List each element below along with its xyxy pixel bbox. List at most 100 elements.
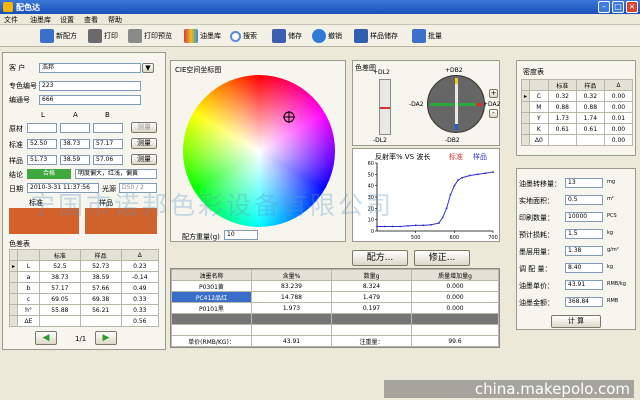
data-point: [414, 224, 417, 227]
table-row[interactable]: a 38.73 38.59 -0.14: [9, 271, 160, 283]
measure-raw-button[interactable]: 测量: [131, 122, 157, 133]
customer-label: 客 户: [9, 64, 26, 72]
table-row[interactable]: P0301黄 83.239 8.324 0.000: [171, 280, 499, 292]
undo-button[interactable]: 撤销: [312, 28, 342, 44]
recipe-weight-input[interactable]: 10: [224, 230, 258, 240]
table-row[interactable]: b 57.17 57.66 0.49: [9, 282, 160, 294]
table-row[interactable]: ▸ L 52.5 52.73 0.23: [9, 260, 160, 272]
da-plus-marker: [476, 103, 482, 106]
new-recipe-button[interactable]: 新配方: [40, 28, 77, 44]
dadb-circle[interactable]: [427, 75, 485, 133]
data-point: [461, 176, 463, 179]
data-point: [492, 171, 494, 173]
print-preview-icon: [128, 29, 142, 43]
table-row[interactable]: [171, 313, 499, 325]
table-row: 标准 样品 Δ: [521, 79, 634, 91]
special-color-input[interactable]: 223: [39, 81, 141, 91]
raw-b-input[interactable]: [93, 123, 123, 133]
search-button[interactable]: 搜索: [230, 28, 257, 44]
standard-l-input[interactable]: 52.50: [27, 139, 57, 149]
table-row[interactable]: Δ0 0.00: [521, 134, 634, 146]
ink-no-label: 编通号: [9, 96, 30, 104]
data-point: [383, 225, 386, 228]
measure-sample-button[interactable]: 测量: [131, 154, 157, 165]
sample-label: 样品: [9, 157, 23, 165]
calc-input[interactable]: 10000: [565, 212, 603, 222]
calc-input[interactable]: 13: [565, 178, 603, 188]
table-row[interactable]: M 0.88 0.88 0.00: [521, 101, 634, 113]
menu-settings[interactable]: 设置: [60, 15, 74, 25]
table-row[interactable]: ▸ C 0.32 0.32 0.00: [521, 90, 634, 102]
density-panel: 密度表 标准 样品 Δ ▸ C 0.32 0.32 0.00 M 0.88 0.88 0.00…: [516, 60, 636, 156]
menu-help[interactable]: 帮助: [108, 15, 122, 25]
menu-view[interactable]: 查看: [84, 15, 98, 25]
customer-input[interactable]: 浩邦: [39, 63, 141, 73]
batch-button[interactable]: 批量: [412, 28, 442, 44]
calc-unit: kg: [607, 230, 614, 236]
site-watermark: china.makepolo.com: [384, 380, 634, 398]
ink-library-button[interactable]: 油墨库: [184, 28, 221, 44]
menu-file[interactable]: 文件: [4, 15, 18, 25]
customer-dropdown-button[interactable]: ▼: [142, 63, 154, 73]
calc-unit: RMB: [607, 298, 619, 304]
calc-unit: PCS: [607, 213, 617, 219]
recipe-table-panel: 油墨名称 含量% 数量g 质量增加量g P0301黄 83.239 8.324 0.0…: [170, 268, 500, 348]
density-table-title: 密度表: [523, 68, 544, 76]
batch-icon: [412, 29, 426, 43]
data-point: [457, 179, 460, 181]
table-row[interactable]: PC412品红 14.788 1.479 0.000: [171, 291, 499, 303]
calc-label: 油墨转移量：: [519, 180, 561, 188]
measure-standard-button[interactable]: 测量: [131, 138, 157, 149]
calc-input[interactable]: 0.5: [565, 195, 603, 205]
save-icon: [272, 29, 286, 43]
zoom-out-button[interactable]: -: [489, 109, 498, 118]
close-button[interactable]: ×: [626, 1, 638, 13]
data-point: [445, 207, 448, 210]
zoom-in-button[interactable]: +: [489, 89, 498, 98]
sample-l-input[interactable]: 51.73: [27, 155, 57, 165]
raw-l-input[interactable]: [27, 123, 57, 133]
raw-a-input[interactable]: [60, 123, 90, 133]
minimize-button[interactable]: –: [598, 1, 610, 13]
table-row[interactable]: h° 55.88 56.21 0.33: [9, 304, 160, 316]
prev-page-button[interactable]: ◀: [35, 331, 57, 345]
table-row[interactable]: P0101黑 1.973 0.197 0.000: [171, 302, 499, 314]
sample-a-input[interactable]: 38.59: [60, 155, 90, 165]
correct-button[interactable]: 修正...: [414, 250, 470, 266]
calc-label: 预计损耗：: [519, 231, 554, 239]
special-color-label: 专色编号: [9, 82, 37, 90]
calculate-button[interactable]: 计 算: [551, 315, 601, 328]
da-minus-label: -DA2: [409, 101, 424, 108]
recipe-button[interactable]: 配方...: [352, 250, 408, 266]
sample-b-input[interactable]: 57.06: [93, 155, 123, 165]
calc-input[interactable]: 1.5: [565, 229, 603, 239]
ink-no-input[interactable]: 666: [39, 95, 141, 105]
color-diff-table-title: 色差表: [9, 240, 30, 248]
y-tick-label: 0: [371, 229, 374, 235]
table-row[interactable]: ΔE 0.56: [9, 315, 160, 327]
table-row[interactable]: c 69.05 69.38 0.33: [9, 293, 160, 305]
calc-input[interactable]: 43.91: [565, 280, 603, 290]
table-row[interactable]: Y 1.73 1.74 0.01: [521, 112, 634, 124]
menu-ink-library[interactable]: 油墨库: [30, 15, 51, 25]
calc-input[interactable]: 8.40: [565, 263, 603, 273]
data-point: [476, 173, 479, 176]
calc-input[interactable]: 1.38: [565, 246, 603, 256]
sample-save-button[interactable]: 样品储存: [354, 28, 398, 44]
y-tick-label: 60: [368, 161, 374, 167]
table-row[interactable]: K 0.61 0.61 0.00: [521, 123, 634, 135]
print-button[interactable]: 打印: [88, 28, 118, 44]
maximize-button[interactable]: □: [612, 1, 624, 13]
next-page-button[interactable]: ▶: [95, 331, 117, 345]
standard-b-input[interactable]: 57.17: [93, 139, 123, 149]
recipe-table: 油墨名称 含量% 数量g 质量增加量g P0301黄 83.239 8.324 0.0…: [171, 269, 499, 347]
color-diff-table: 标准 样品 Δ ▸ L 52.5 52.73 0.23 a 38.73 38.59 -0.14…: [9, 249, 160, 327]
table-row: 标准 样品 Δ: [9, 249, 160, 261]
print-preview-button[interactable]: 打印预览: [128, 28, 172, 44]
dl-indicator: [380, 107, 390, 109]
data-point: [422, 224, 425, 227]
table-row[interactable]: [171, 324, 499, 336]
save-button[interactable]: 储存: [272, 28, 302, 44]
standard-a-input[interactable]: 38.73: [60, 139, 90, 149]
calc-input[interactable]: 368.84: [565, 297, 603, 307]
